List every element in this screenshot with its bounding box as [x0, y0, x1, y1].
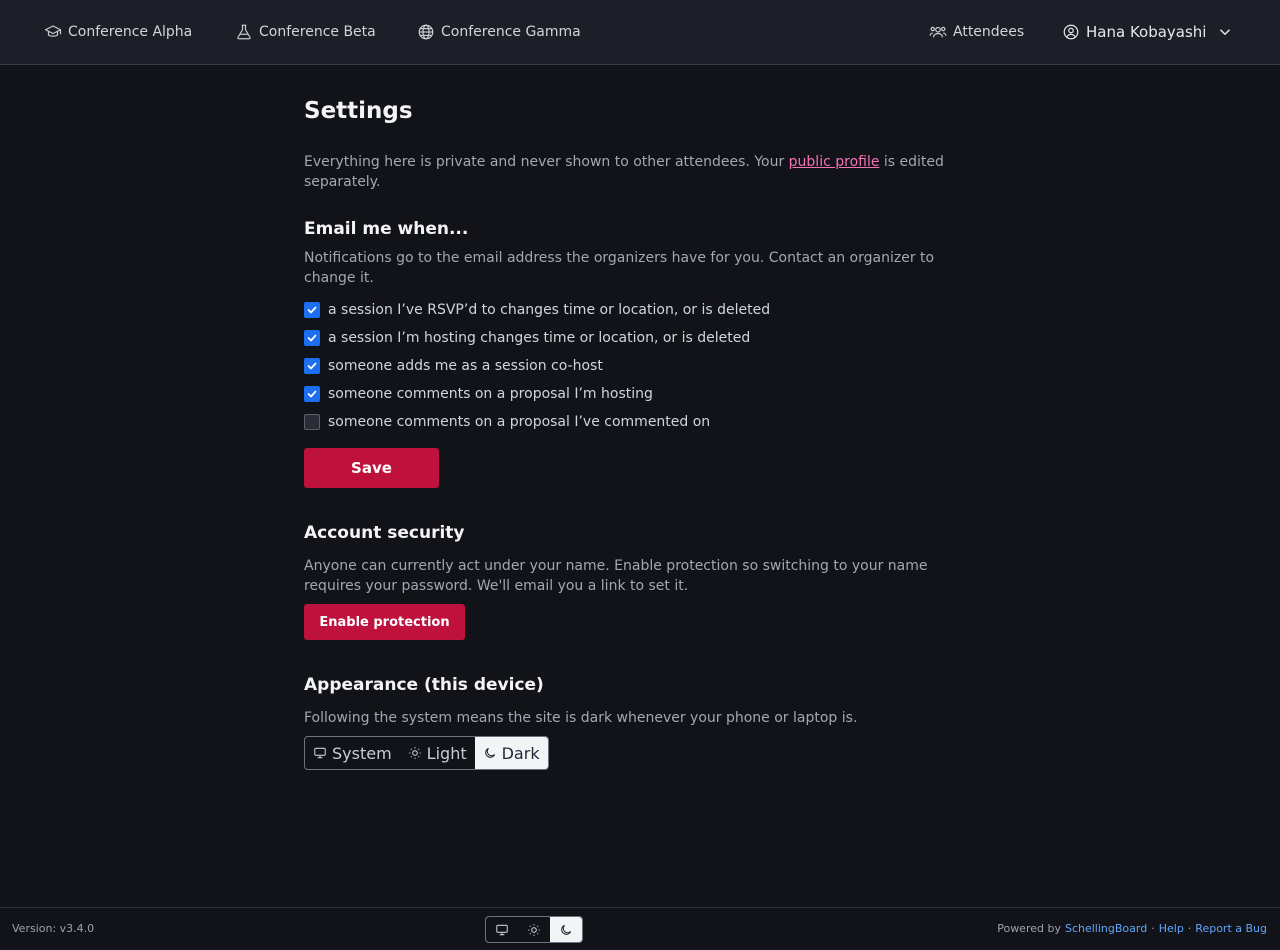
theme-selector: System Light Dark — [304, 736, 549, 770]
save-button[interactable]: Save — [304, 448, 439, 488]
sun-icon — [528, 923, 540, 936]
brand-link[interactable]: SchellingBoard — [1065, 922, 1147, 935]
checkbox-cohost-added[interactable] — [304, 358, 320, 374]
nav-conference-beta[interactable]: Conference Beta — [235, 0, 376, 64]
nav-attendees[interactable]: Attendees — [929, 0, 1024, 64]
checkbox-hosting-changes[interactable] — [304, 330, 320, 346]
email-option-label: someone comments on a proposal I’m hosti… — [328, 386, 653, 402]
nav-conference-alpha-label: Conference Alpha — [68, 24, 193, 40]
footer-theme-selector — [485, 916, 583, 943]
email-option[interactable]: a session I’ve RSVP’d to changes time or… — [304, 300, 770, 320]
powered-by-text: Powered by — [997, 922, 1061, 935]
email-option[interactable]: someone comments on a proposal I’ve comm… — [304, 412, 710, 432]
email-option[interactable]: someone adds me as a session co-host — [304, 356, 603, 376]
user-menu[interactable]: Hana Kobayashi — [1062, 0, 1234, 64]
footer-theme-dark[interactable] — [550, 917, 582, 942]
nav-conference-gamma[interactable]: Conference Gamma — [417, 0, 581, 64]
theme-option-label: Light — [426, 743, 467, 763]
checkbox-rsvp-changes[interactable] — [304, 302, 320, 318]
moon-icon — [561, 924, 572, 935]
email-heading: Email me when... — [304, 219, 469, 239]
check-icon — [307, 390, 317, 398]
theme-option-dark[interactable]: Dark — [474, 737, 548, 769]
email-option[interactable]: a session I’m hosting changes time or lo… — [304, 328, 750, 348]
intro-text: Everything here is private and never sho… — [304, 154, 789, 170]
nav-conference-gamma-label: Conference Gamma — [441, 24, 581, 40]
footer-credits: Powered by SchellingBoard · Help · Repor… — [997, 922, 1267, 935]
help-link[interactable]: Help — [1159, 922, 1184, 935]
globe-icon — [418, 24, 434, 40]
footer-theme-system[interactable] — [486, 917, 518, 942]
theme-option-label: System — [332, 743, 392, 763]
check-icon — [307, 306, 317, 314]
user-circle-icon — [1063, 24, 1079, 40]
email-option-label: a session I’m hosting changes time or lo… — [328, 330, 751, 346]
security-description: Anyone can currently act under your name… — [304, 558, 928, 594]
theme-option-system[interactable]: System — [305, 737, 400, 769]
sun-icon — [408, 747, 421, 759]
separator: · — [1151, 922, 1155, 935]
public-profile-link[interactable]: public profile — [789, 154, 880, 170]
top-navigation: Conference Alpha Conference Beta Confere… — [0, 0, 1280, 65]
version-text: Version: v3.4.0 — [12, 922, 95, 935]
email-option[interactable]: someone comments on a proposal I’m hosti… — [304, 384, 653, 404]
footer-theme-light[interactable] — [518, 917, 550, 942]
settings-intro: Everything here is private and never sho… — [304, 152, 944, 192]
user-name: Hana Kobayashi — [1086, 23, 1207, 41]
nav-attendees-label: Attendees — [953, 24, 1025, 40]
email-option-label: someone comments on a proposal I’ve comm… — [328, 414, 711, 430]
appearance-heading: Appearance (this device) — [304, 675, 544, 695]
graduation-cap-icon — [44, 25, 62, 37]
monitor-icon — [496, 924, 508, 935]
check-icon — [307, 334, 317, 342]
email-option-label: someone adds me as a session co-host — [328, 358, 603, 374]
monitor-icon — [314, 747, 326, 759]
enable-protection-button[interactable]: Enable protection — [304, 604, 465, 640]
check-icon — [307, 362, 317, 370]
chevron-down-icon — [1220, 29, 1231, 36]
checkbox-commented-proposal[interactable] — [304, 414, 320, 430]
nav-conference-alpha[interactable]: Conference Alpha — [44, 0, 192, 64]
report-bug-link[interactable]: Report a Bug — [1195, 922, 1267, 935]
email-description: Notifications go to the email address th… — [304, 250, 935, 286]
theme-option-label: Dark — [501, 743, 540, 763]
checkbox-proposal-comments[interactable] — [304, 386, 320, 402]
page-title: Settings — [304, 98, 413, 124]
separator: · — [1187, 922, 1192, 935]
users-icon — [929, 26, 947, 38]
appearance-description: Following the system means the site is d… — [304, 710, 858, 726]
email-option-label: a session I’ve RSVP’d to changes time or… — [328, 302, 771, 318]
theme-option-light[interactable]: Light — [400, 737, 475, 769]
moon-icon — [484, 747, 495, 758]
flask-icon — [237, 24, 251, 40]
security-heading: Account security — [304, 523, 465, 543]
footer: Version: v3.4.0 Powered by SchellingBoar… — [0, 907, 1280, 950]
nav-conference-beta-label: Conference Beta — [259, 24, 376, 40]
